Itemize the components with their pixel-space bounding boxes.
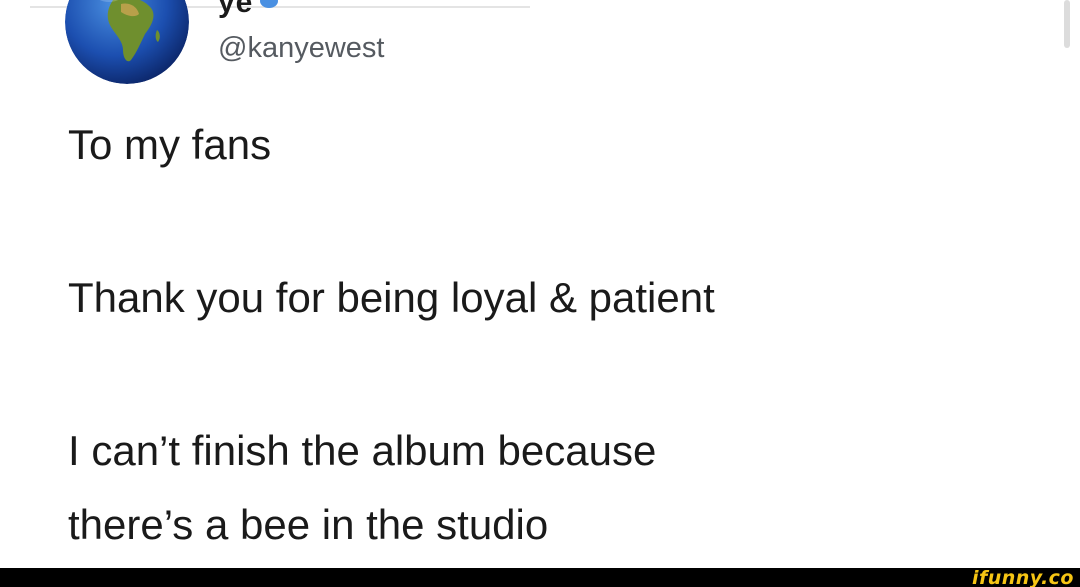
ifunny-watermark: ifunny.co — [971, 567, 1074, 587]
tweet-text-line: there’s a bee in the studio — [68, 501, 549, 548]
verified-badge-icon — [260, 0, 278, 8]
tweet-text-line: To my fans — [68, 121, 272, 168]
earth-globe-icon — [65, 0, 189, 84]
tweet-text-line: I can’t finish the album because — [68, 427, 657, 474]
author-name[interactable]: ye — [218, 0, 253, 20]
author-handle[interactable]: @kanyewest — [218, 32, 384, 65]
tweet-screenshot: ye @kanyewest To my fans Thank you for b… — [0, 0, 1080, 587]
scrollbar[interactable] — [1064, 0, 1070, 48]
watermark-bar: ifunny.co — [0, 567, 1080, 587]
tweet-text-line: Thank you for being loyal & patient — [68, 274, 715, 321]
avatar[interactable] — [65, 0, 189, 84]
